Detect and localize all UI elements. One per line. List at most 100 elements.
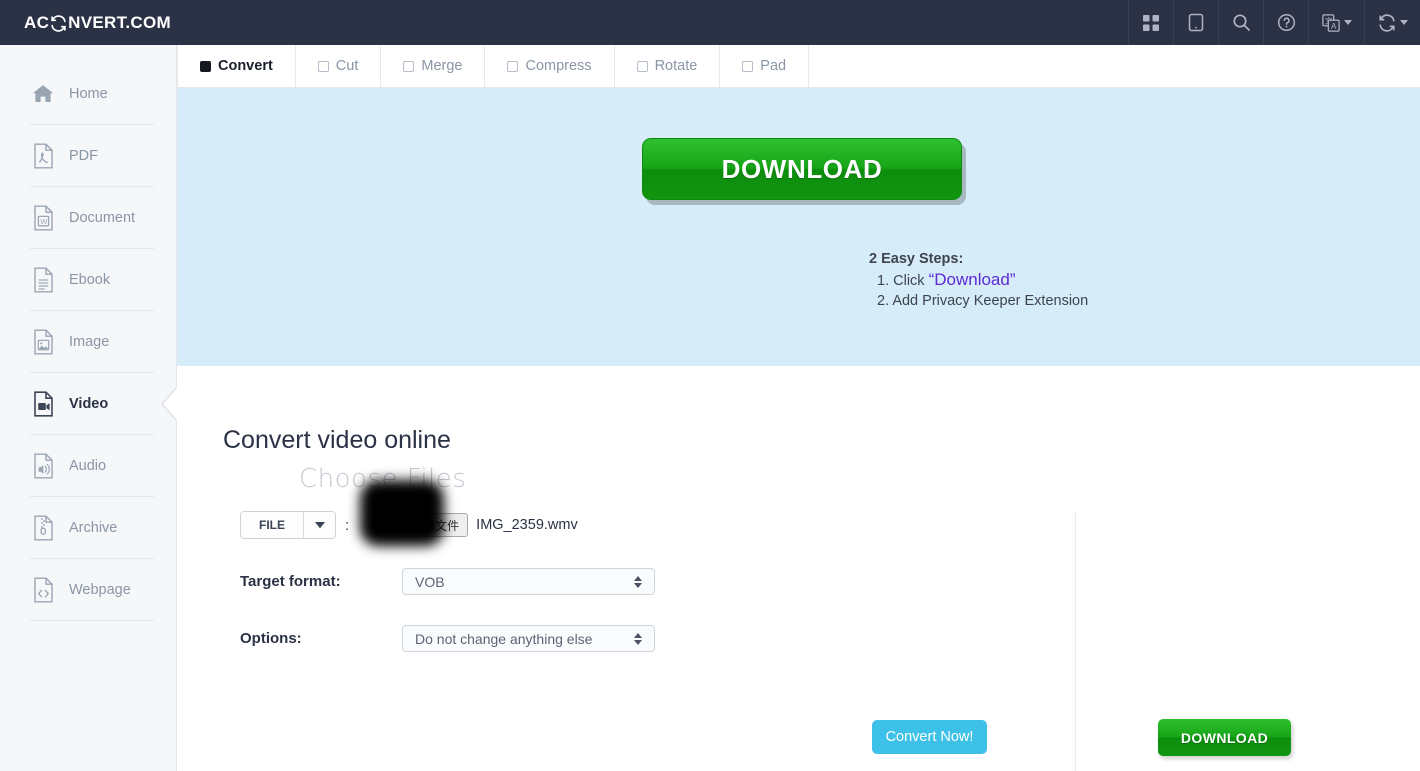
active-indicator-arrow — [163, 387, 177, 420]
ad-download-button[interactable]: DOWNLOAD — [642, 138, 962, 200]
video-file-icon — [30, 390, 56, 417]
page-title: Convert video online — [223, 426, 451, 454]
sidebar-item-ebook[interactable]: Ebook — [0, 249, 176, 310]
select-spinner-icon — [634, 575, 642, 588]
checkbox-empty-icon — [403, 60, 415, 72]
target-format-label: Target format: — [240, 573, 341, 590]
webpage-code-icon — [30, 577, 56, 603]
advertisement-banner: DOWNLOAD 2 Easy Steps: 1. Click “Downloa… — [177, 88, 1420, 366]
sidebar-item-video[interactable]: Video — [0, 373, 177, 434]
selected-file-name: IMG_2359.wmv — [476, 517, 578, 533]
native-file-picker: 选择文件 IMG_2359.wmv — [360, 480, 578, 546]
main-content-area: Convert video online Choose Files FILE :… — [177, 366, 1420, 771]
acconvert-video-converter-page: AC NVERT.COM A Home PDF W Document Ebook… — [0, 0, 1420, 771]
options-value: Do not change anything else — [415, 630, 593, 647]
sidebar-item-archive[interactable]: Archive — [0, 497, 176, 558]
tablet-device-icon[interactable] — [1173, 0, 1218, 45]
sidebar-item-audio[interactable]: Audio — [0, 435, 176, 496]
header-spacer — [171, 0, 1128, 45]
chevron-down-icon — [314, 521, 325, 529]
checkbox-empty-icon — [317, 60, 329, 72]
left-sidebar: Home PDF W Document Ebook Image Video Au… — [0, 45, 177, 771]
options-row: Options: Do not change anything else — [240, 625, 655, 652]
tab-label: Merge — [421, 58, 463, 74]
ebook-file-icon — [30, 267, 56, 293]
tab-label: Convert — [218, 58, 273, 74]
image-file-icon — [30, 329, 56, 355]
brand-suffix-text: NVERT.COM — [68, 12, 171, 32]
sidebar-item-label: PDF — [69, 147, 98, 164]
chevron-down-icon — [1399, 20, 1408, 25]
choose-file-button[interactable]: 选择文件 — [402, 513, 469, 537]
convert-now-button[interactable]: Convert Now! — [872, 720, 987, 754]
options-select[interactable]: Do not change anything else — [402, 625, 655, 652]
sidebar-item-label: Webpage — [69, 581, 131, 598]
sidebar-item-label: Archive — [69, 519, 118, 536]
search-icon[interactable] — [1218, 0, 1263, 45]
help-circle-icon[interactable] — [1263, 0, 1308, 45]
bottom-ad-download-button[interactable]: DOWNLOAD — [1158, 719, 1291, 756]
checkbox-empty-icon — [507, 60, 519, 72]
file-input-row: FILE : 选择文件 IMG_2359.wmv — [240, 480, 578, 546]
ad-download-button-wrapper: DOWNLOAD — [642, 138, 962, 200]
tab-convert[interactable]: Convert — [177, 45, 296, 87]
archive-zip-icon — [30, 515, 56, 541]
site-logo[interactable]: AC NVERT.COM — [0, 0, 171, 45]
sidebar-item-label: Video — [69, 395, 109, 412]
ad-step-1-prefix: 1. Click — [877, 272, 925, 289]
file-source-dropdown-button[interactable] — [303, 512, 335, 538]
tab-merge[interactable]: Merge — [381, 45, 486, 87]
checkbox-empty-icon — [636, 60, 648, 72]
ad-step-1: 1. Click “Download” — [877, 269, 1088, 291]
tab-label: Pad — [760, 58, 787, 74]
operation-tab-bar: Convert Cut Merge Compress Rotate Pad — [177, 45, 1420, 88]
tab-label: Compress — [525, 58, 592, 74]
word-document-icon: W — [30, 205, 56, 231]
sidebar-item-image[interactable]: Image — [0, 311, 176, 372]
audio-file-icon — [30, 453, 56, 479]
language-translate-icon[interactable]: 文 A — [1308, 0, 1364, 45]
choose-files-label: Choose Files — [299, 464, 467, 494]
target-format-value: VOB — [415, 573, 445, 590]
ad-step-1-emphasis: “Download” — [928, 269, 1016, 289]
checkbox-filled-icon — [200, 60, 211, 72]
chevron-down-icon — [634, 582, 642, 588]
tab-label: Cut — [335, 58, 359, 74]
sidebar-item-pdf[interactable]: PDF — [0, 125, 176, 186]
header-icon-group: 文 A — [1128, 0, 1420, 45]
target-format-select[interactable]: VOB — [402, 568, 655, 595]
chevron-up-icon — [634, 632, 642, 638]
home-icon — [30, 81, 56, 107]
convert-refresh-icon[interactable] — [1364, 0, 1420, 45]
target-format-row: Target format: VOB — [240, 568, 655, 595]
tab-compress[interactable]: Compress — [485, 45, 615, 87]
tab-pad[interactable]: Pad — [720, 45, 810, 87]
sidebar-divider — [30, 620, 154, 621]
file-row-separator: : — [345, 516, 350, 534]
top-header-bar: AC NVERT.COM A — [0, 0, 1420, 45]
sidebar-item-label: Home — [69, 85, 108, 102]
ad-step-2: 2. Add Privacy Keeper Extension — [877, 293, 1089, 309]
refresh-cycle-icon — [50, 15, 67, 32]
brand-prefix-text: AC — [24, 12, 50, 32]
ad-steps-text: 2 Easy Steps: 1. Click “Download” 2. Add… — [869, 250, 1088, 311]
sidebar-item-label: Document — [69, 209, 136, 226]
tab-cut[interactable]: Cut — [296, 45, 382, 87]
tab-label: Rotate — [654, 58, 698, 74]
svg-text:A: A — [1331, 21, 1337, 30]
sidebar-item-label: Image — [69, 333, 110, 350]
svg-text:W: W — [40, 216, 48, 225]
sidebar-item-document[interactable]: W Document — [0, 187, 176, 248]
ad-steps-list: 1. Click “Download” 2. Add Privacy Keepe… — [869, 269, 1089, 311]
sidebar-item-webpage[interactable]: Webpage — [0, 559, 176, 620]
file-source-button[interactable]: FILE — [241, 512, 303, 538]
chevron-down-icon — [1343, 20, 1352, 25]
ad-steps-heading: 2 Easy Steps: — [869, 251, 964, 267]
tab-rotate[interactable]: Rotate — [615, 45, 721, 87]
options-label: Options: — [240, 630, 302, 647]
sidebar-item-label: Audio — [69, 457, 107, 474]
content-vertical-divider — [1075, 512, 1076, 771]
sidebar-item-label: Ebook — [69, 271, 111, 288]
sidebar-item-home[interactable]: Home — [0, 63, 176, 124]
grid-apps-icon[interactable] — [1128, 0, 1173, 45]
